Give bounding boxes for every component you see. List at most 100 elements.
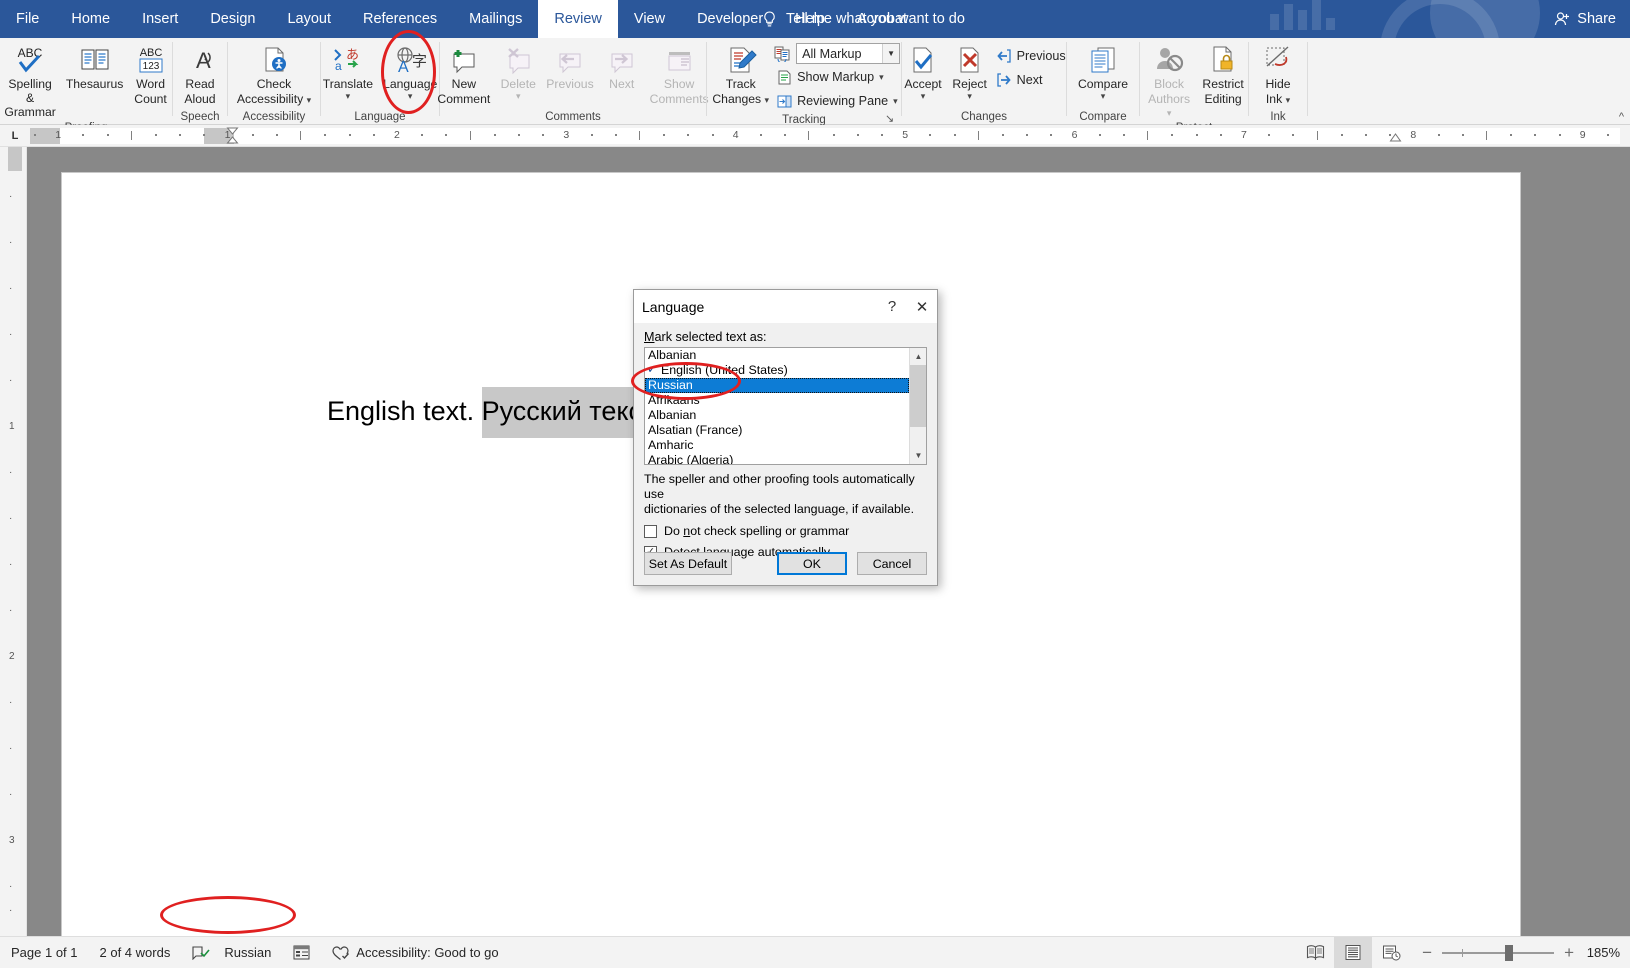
tracking-dialog-launcher[interactable]: ↘: [885, 112, 897, 124]
scroll-down-icon[interactable]: ▼: [910, 447, 927, 464]
chevron-down-icon[interactable]: ▾: [893, 97, 898, 105]
question-mark-icon[interactable]: ?: [877, 292, 907, 322]
language-list-item[interactable]: Albanian: [645, 348, 909, 363]
language-indicator[interactable]: Russian: [181, 937, 282, 968]
minus-icon[interactable]: −: [1422, 947, 1432, 959]
print-layout-button[interactable]: [1334, 937, 1372, 968]
accept-change-button[interactable]: Accept ▾: [899, 41, 946, 100]
compare-button[interactable]: Compare ▾: [1073, 41, 1133, 100]
plus-icon[interactable]: +: [1564, 947, 1574, 959]
language-list-item[interactable]: Afrikaans: [645, 393, 909, 408]
collapse-ribbon-button[interactable]: ^: [1619, 111, 1624, 123]
chevron-down-icon[interactable]: ▾: [307, 95, 312, 105]
reject-change-button[interactable]: Reject ▾: [947, 41, 993, 100]
chevron-down-icon[interactable]: ▾: [1286, 95, 1291, 105]
zoom-level-label[interactable]: 185%: [1586, 945, 1630, 960]
read-aloud-button[interactable]: A Read Aloud: [177, 41, 223, 106]
tell-me-box[interactable]: Tell me what you want to do: [762, 0, 965, 38]
accessibility-label: Accessibility: Good to go: [356, 945, 498, 960]
indent-markers[interactable]: [226, 127, 239, 145]
restrict-editing-button[interactable]: Restrict Editing: [1198, 41, 1248, 106]
listbox-scrollbar[interactable]: ▲ ▼: [909, 348, 926, 464]
chevron-down-icon[interactable]: ▾: [516, 92, 521, 100]
horizontal-ruler[interactable]: L 1123456789: [0, 125, 1630, 147]
language-list-item[interactable]: ✓English (United States): [645, 363, 909, 378]
scrollbar-thumb[interactable]: [910, 365, 927, 427]
word-count-button[interactable]: ABC 123 Word Count: [128, 41, 174, 106]
ribbon-tab-view[interactable]: View: [618, 0, 681, 38]
reviewing-pane-button[interactable]: Reviewing Pane ▾: [774, 90, 901, 112]
delete-comment-button[interactable]: Delete ▾: [495, 41, 541, 100]
chevron-down-icon[interactable]: ▾: [408, 92, 413, 100]
tab-stop-selector[interactable]: L: [6, 128, 24, 144]
read-mode-button[interactable]: [1296, 937, 1334, 968]
right-indent-marker[interactable]: [1389, 128, 1402, 142]
zoom-slider[interactable]: [1442, 952, 1554, 954]
ruler-half-tick: [300, 131, 301, 140]
chevron-down-icon[interactable]: ▾: [765, 95, 770, 105]
word-count-indicator[interactable]: 2 of 4 words: [89, 937, 182, 968]
ruler-track[interactable]: 1123456789: [30, 128, 1620, 144]
display-for-review-dropdown[interactable]: All Markup ▼: [796, 43, 900, 64]
share-button[interactable]: Share: [1554, 0, 1616, 38]
check-accessibility-button[interactable]: Check Accessibility ▾: [232, 41, 316, 106]
language-dialog[interactable]: Language ? ✕ Mark selected text as: Alba…: [633, 289, 938, 586]
ribbon-tab-mailings[interactable]: Mailings: [453, 0, 538, 38]
do-not-check-spelling-row[interactable]: Do not check spelling or grammar: [644, 524, 927, 538]
ribbon-tab-design[interactable]: Design: [194, 0, 271, 38]
thesaurus-button[interactable]: Thesaurus: [62, 41, 128, 92]
scroll-up-icon[interactable]: ▲: [910, 348, 927, 365]
language-listbox[interactable]: Albanian✓English (United States)RussianA…: [644, 347, 927, 465]
ribbon-tab-insert[interactable]: Insert: [126, 0, 194, 38]
translate-button[interactable]: a あ Translate ▾: [318, 41, 378, 100]
show-comments-button[interactable]: Show Comments: [645, 41, 714, 106]
new-comment-button[interactable]: New Comment: [432, 41, 495, 106]
language-list-item[interactable]: Alsatian (France): [645, 423, 909, 438]
accessibility-indicator[interactable]: Accessibility: Good to go: [321, 937, 509, 968]
chevron-down-icon[interactable]: ▾: [967, 92, 972, 100]
chevron-down-icon[interactable]: ▾: [1101, 92, 1106, 100]
cancel-button[interactable]: Cancel: [857, 552, 927, 575]
macro-indicator[interactable]: [282, 937, 321, 968]
zoom-slider-thumb[interactable]: [1505, 945, 1513, 961]
next-change-button[interactable]: Next: [993, 69, 1069, 91]
language-list-item[interactable]: Arabic (Algeria): [645, 453, 909, 465]
ruler-tick: [179, 134, 181, 136]
ribbon-tab-file[interactable]: File: [0, 0, 55, 38]
ruler-tick: [1292, 134, 1294, 136]
chevron-down-icon[interactable]: ▾: [879, 73, 884, 81]
ok-button[interactable]: OK: [777, 552, 847, 575]
ribbon-tab-review[interactable]: Review: [538, 0, 618, 38]
spelling-grammar-button[interactable]: ABC Spelling & Grammar: [0, 41, 62, 120]
track-changes-label-1: Track: [726, 78, 756, 92]
chevron-down-icon[interactable]: ▾: [346, 92, 351, 100]
zoom-100-tick: [1462, 949, 1463, 957]
chevron-down-icon[interactable]: ▾: [1167, 108, 1172, 118]
previous-change-button[interactable]: Previous: [993, 45, 1069, 67]
language-list-item[interactable]: Albanian: [645, 408, 909, 423]
svg-text:ABC: ABC: [139, 47, 162, 59]
do-not-check-spelling-checkbox[interactable]: [644, 525, 657, 538]
ribbon-tab-references[interactable]: References: [347, 0, 453, 38]
show-markup-button[interactable]: Show Markup ▾: [774, 66, 901, 88]
ribbon-tab-layout[interactable]: Layout: [271, 0, 347, 38]
ribbon-tab-home[interactable]: Home: [55, 0, 126, 38]
set-as-default-button[interactable]: Set As Default: [644, 552, 732, 575]
next-comment-button[interactable]: Next: [599, 41, 645, 92]
zoom-control[interactable]: − +: [1410, 947, 1586, 959]
language-list-item[interactable]: Russian: [645, 378, 909, 393]
document-paragraph[interactable]: English text. Русский текст.: [267, 365, 659, 458]
vertical-ruler[interactable]: · · · · · 1 · · · · 2 · · · 3 · ·: [0, 147, 27, 936]
chevron-down-icon[interactable]: ▾: [921, 92, 926, 100]
previous-comment-button[interactable]: Previous: [541, 41, 598, 92]
chevron-down-icon[interactable]: ▼: [882, 44, 899, 63]
ruler-tick: [881, 134, 883, 136]
block-authors-button[interactable]: Block Authors ▾: [1140, 41, 1198, 120]
language-list-item[interactable]: Amharic: [645, 438, 909, 453]
close-icon[interactable]: ✕: [907, 292, 937, 322]
hide-ink-button[interactable]: Hide Ink ▾: [1255, 41, 1301, 106]
page-indicator[interactable]: Page 1 of 1: [0, 937, 89, 968]
web-layout-button[interactable]: [1372, 937, 1410, 968]
next-change-label: Next: [1017, 73, 1043, 87]
track-changes-button[interactable]: Track Changes ▾: [707, 41, 774, 106]
